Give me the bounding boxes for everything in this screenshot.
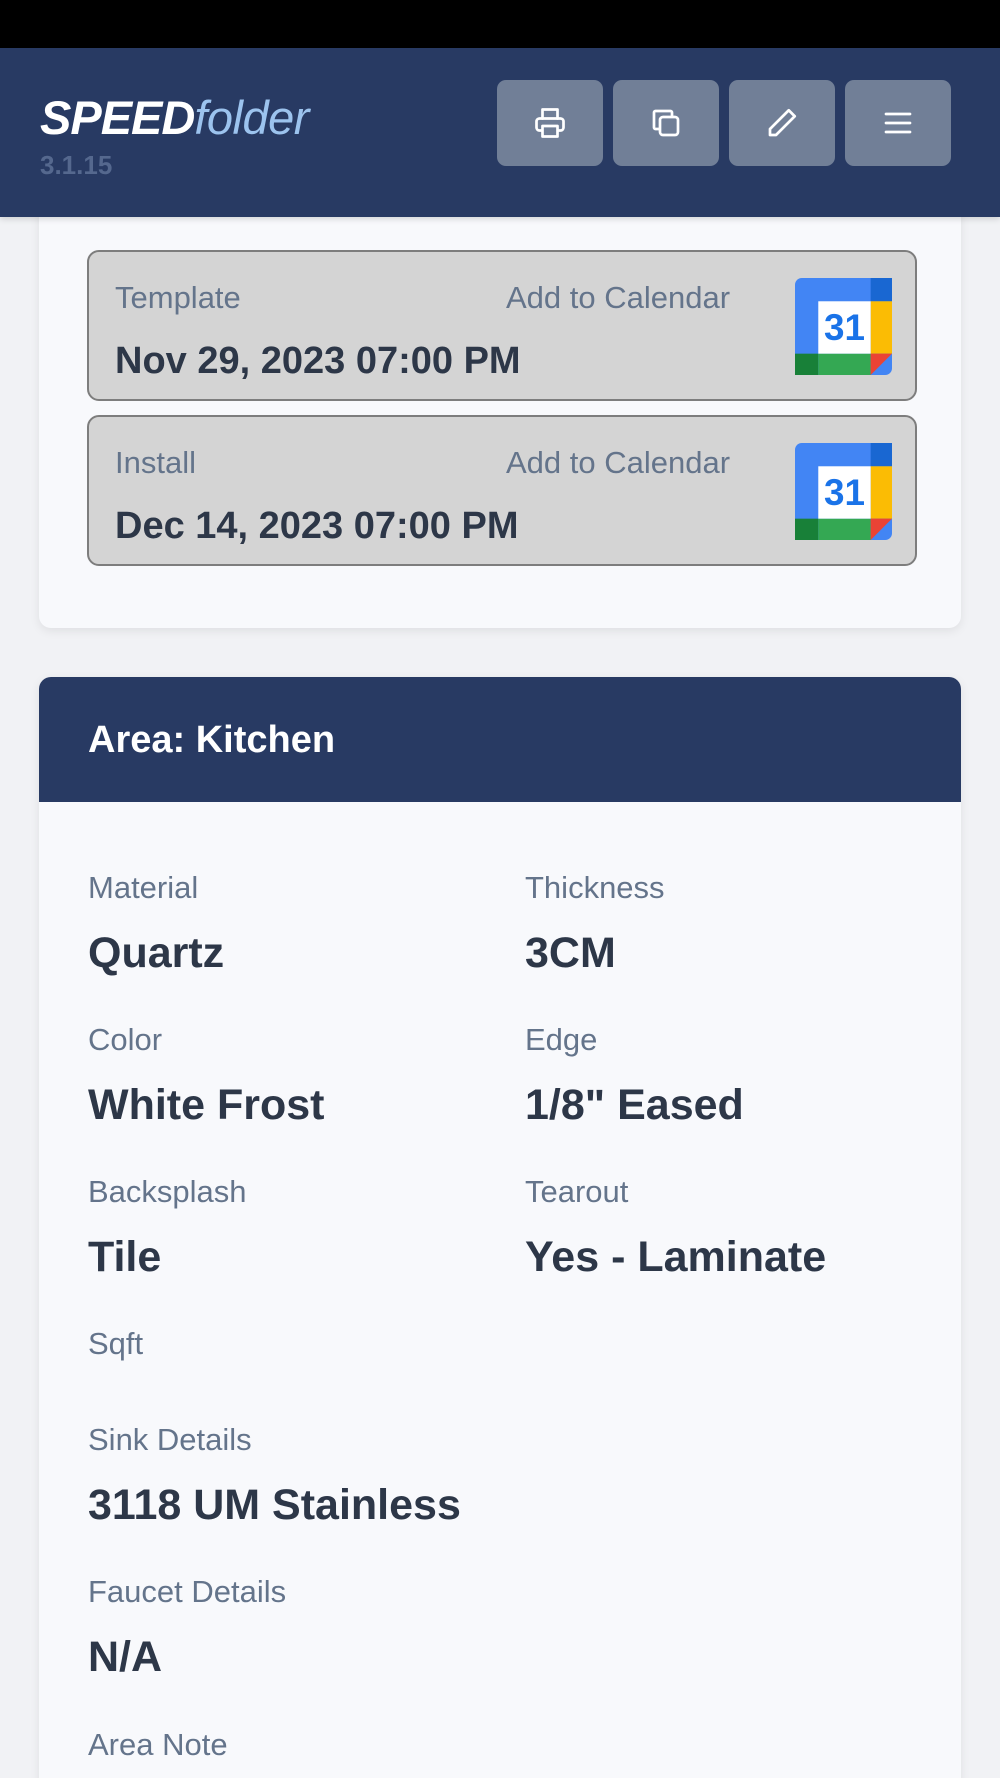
calendar-day-number: 31 <box>824 307 865 348</box>
color-value: White Frost <box>88 1081 325 1129</box>
install-date: Dec 14, 2023 07:00 PM <box>115 505 519 547</box>
backsplash-field: Backsplash Tile <box>88 1174 247 1282</box>
sqft-label: Sqft <box>88 1326 144 1361</box>
status-bar <box>0 0 1000 48</box>
sink-details-field: Sink Details 3118 UM Stainless <box>88 1422 461 1530</box>
area-header: Area: Kitchen <box>39 677 961 802</box>
template-date-box: Template Add to Calendar Nov 29, 2023 07… <box>87 250 917 401</box>
app-header: SPEEDfolder 3.1.15 <box>0 48 1000 217</box>
install-date-box: Install Add to Calendar Dec 14, 2023 07:… <box>87 415 917 566</box>
app-version: 3.1.15 <box>40 150 113 180</box>
tearout-field: Tearout Yes - Laminate <box>525 1174 826 1282</box>
menu-button[interactable] <box>845 80 951 166</box>
brand-folder: folder <box>194 91 309 144</box>
tearout-label: Tearout <box>525 1174 629 1209</box>
thickness-label: Thickness <box>525 870 665 905</box>
area-card: Area: Kitchen Material Quartz Thickness … <box>39 677 961 1778</box>
pencil-icon <box>768 108 797 137</box>
google-calendar-icon[interactable]: 31 <box>795 443 892 540</box>
brand-logo[interactable]: SPEEDfolder <box>40 92 309 144</box>
area-note-field: Area Note <box>88 1727 228 1763</box>
sqft-field: Sqft <box>88 1326 143 1384</box>
material-field: Material Quartz <box>88 870 224 978</box>
template-label: Template <box>115 280 241 315</box>
brand-speed: SPEED <box>40 91 195 144</box>
edge-field: Edge 1/8" Eased <box>525 1022 744 1130</box>
material-value: Quartz <box>88 929 225 977</box>
template-date: Nov 29, 2023 07:00 PM <box>115 340 521 382</box>
thickness-value: 3CM <box>525 929 616 977</box>
color-label: Color <box>88 1022 163 1057</box>
backsplash-value: Tile <box>88 1233 162 1281</box>
calendar-day-number: 31 <box>824 472 865 513</box>
material-label: Material <box>88 870 199 905</box>
faucet-details-label: Faucet Details <box>88 1574 287 1609</box>
menu-icon <box>884 112 912 134</box>
template-add-to-calendar-link[interactable]: Add to Calendar <box>506 280 730 316</box>
print-button[interactable] <box>497 80 603 166</box>
area-title: Area: Kitchen <box>88 719 336 761</box>
edit-button[interactable] <box>729 80 835 166</box>
printer-icon <box>535 108 565 138</box>
install-label: Install <box>115 445 196 480</box>
install-add-to-calendar-link[interactable]: Add to Calendar <box>506 445 730 481</box>
edge-value: 1/8" Eased <box>525 1081 744 1129</box>
backsplash-label: Backsplash <box>88 1174 247 1209</box>
google-calendar-icon[interactable]: 31 <box>795 278 892 375</box>
duplicate-button[interactable] <box>613 80 719 166</box>
copy-icon <box>652 109 680 137</box>
area-note-label: Area Note <box>88 1727 228 1762</box>
sink-details-value: 3118 UM Stainless <box>88 1481 461 1529</box>
schedule-card: Template Add to Calendar Nov 29, 2023 07… <box>39 150 961 628</box>
edge-label: Edge <box>525 1022 598 1057</box>
thickness-field: Thickness 3CM <box>525 870 665 978</box>
tearout-value: Yes - Laminate <box>525 1233 827 1281</box>
brand: SPEEDfolder 3.1.15 <box>40 92 309 181</box>
faucet-details-value: N/A <box>88 1633 163 1681</box>
faucet-details-field: Faucet Details N/A <box>88 1574 286 1682</box>
sink-details-label: Sink Details <box>88 1422 252 1457</box>
color-field: Color White Frost <box>88 1022 324 1130</box>
